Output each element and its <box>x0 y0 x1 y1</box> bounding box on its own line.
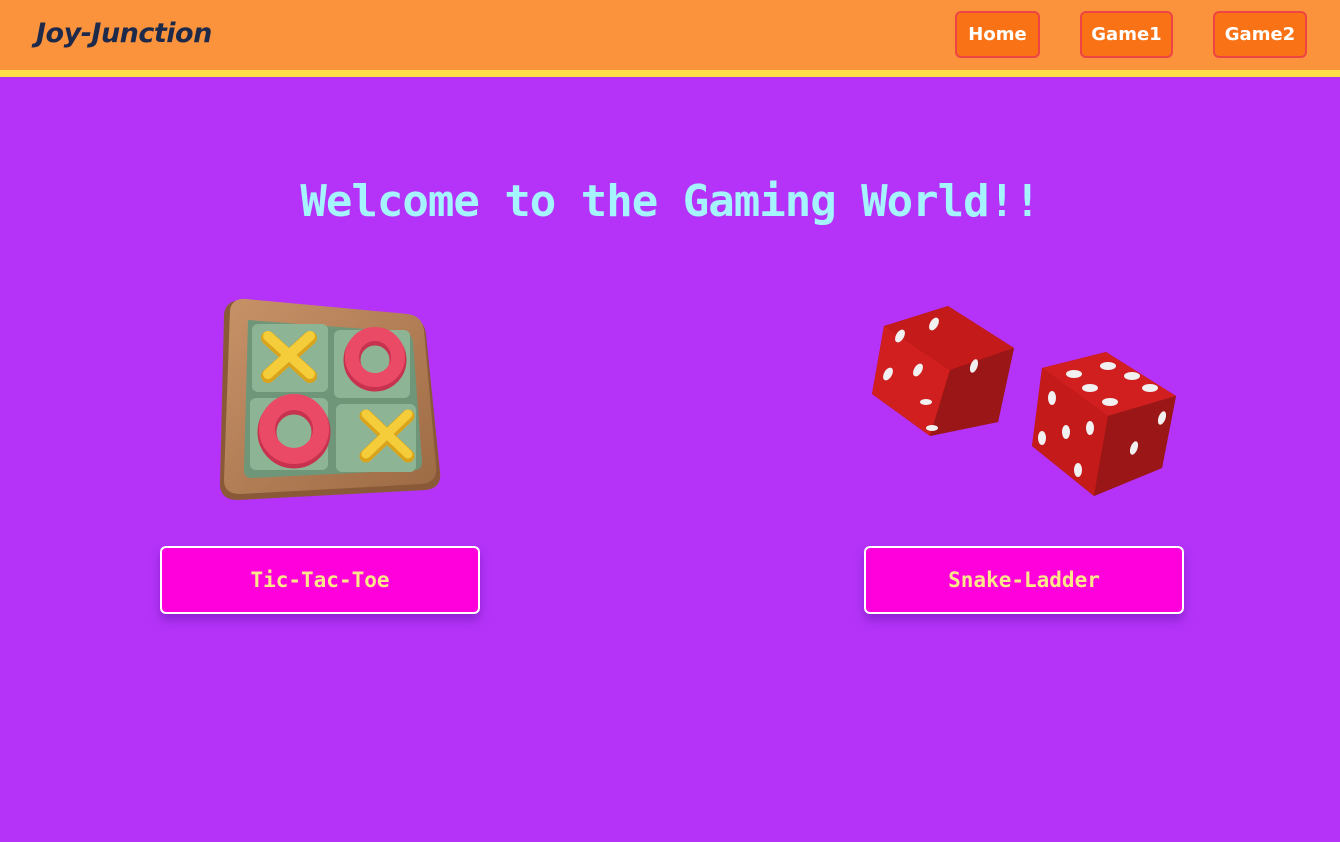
dice-icon <box>872 306 1176 496</box>
brand-logo[interactable]: Joy-Junction <box>36 18 212 49</box>
tic-tac-toe-board-icon <box>220 298 441 500</box>
nav-game1-button[interactable]: Game1 <box>1080 11 1173 58</box>
nav-home-button[interactable]: Home <box>955 11 1040 58</box>
navbar: Joy-Junction Home Game1 Game2 <box>0 0 1340 70</box>
tic-tac-toe-button[interactable]: Tic-Tac-Toe <box>160 546 480 614</box>
snake-ladder-button[interactable]: Snake-Ladder <box>864 546 1184 614</box>
page-title: Welcome to the Gaming World!! <box>300 176 1040 227</box>
navbar-divider <box>0 70 1340 77</box>
nav-game2-button[interactable]: Game2 <box>1213 11 1307 58</box>
